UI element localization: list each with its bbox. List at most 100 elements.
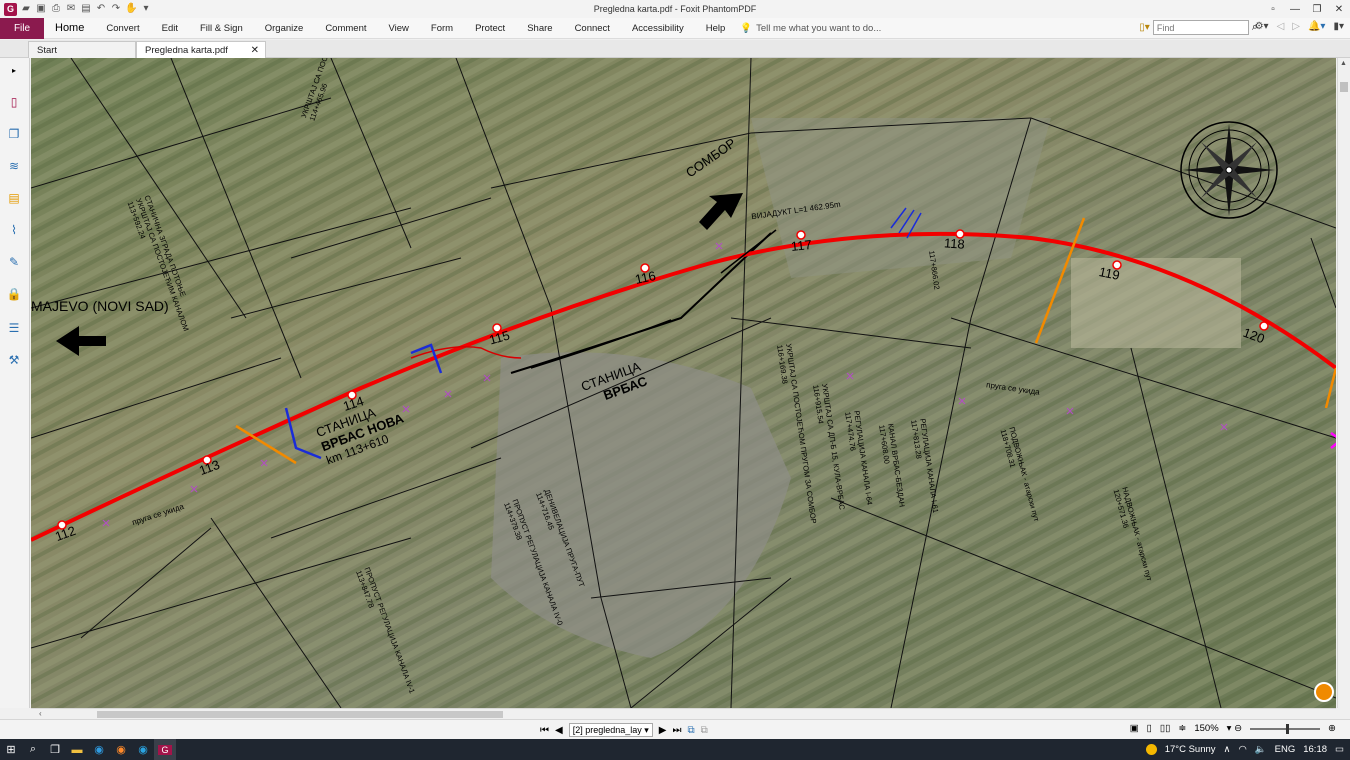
- redo-icon[interactable]: ↷: [110, 3, 122, 15]
- bookmark-icon[interactable]: ▯: [6, 94, 22, 110]
- maximize-icon[interactable]: ❐: [1306, 0, 1328, 18]
- file-menu-button[interactable]: File: [0, 17, 44, 39]
- form-fields-icon[interactable]: ☰: [6, 320, 22, 336]
- foxit-app-icon[interactable]: G: [4, 2, 17, 16]
- tab-connect[interactable]: Connect: [564, 23, 621, 34]
- print-icon[interactable]: ⎙: [50, 3, 62, 15]
- facing-view-icon[interactable]: ▯▯: [1160, 723, 1170, 734]
- zoom-out-icon[interactable]: ▾ ⊖: [1227, 723, 1242, 734]
- tab-view[interactable]: View: [378, 23, 420, 34]
- tab-document[interactable]: Pregledna karta.pdf ✕: [136, 41, 266, 58]
- single-page-view-icon[interactable]: ▣: [1130, 723, 1139, 734]
- document-canvas[interactable]: MAJEVO (NOVI SAD) СОМБОР ВИЈАДУКТ L=1 46…: [31, 58, 1336, 708]
- tab-fill-sign[interactable]: Fill & Sign: [189, 23, 254, 34]
- direction-novi-sad: MAJEVO (NOVI SAD): [31, 298, 169, 314]
- first-page-icon[interactable]: ⏮: [540, 725, 549, 736]
- tab-form[interactable]: Form: [420, 23, 464, 34]
- continuous-facing-icon[interactable]: ≑: [1178, 723, 1186, 734]
- scroll-up-icon[interactable]: ▲: [1340, 60, 1347, 67]
- compass-rose-icon: [1180, 121, 1278, 219]
- next-page-icon[interactable]: ▶: [659, 725, 667, 736]
- notifications-icon[interactable]: ▭: [1335, 744, 1344, 755]
- new-document-icon[interactable]: ▤: [80, 3, 92, 15]
- zoom-slider[interactable]: [1250, 723, 1321, 734]
- notification-bell-icon[interactable]: 🔔▾: [1308, 21, 1325, 32]
- comments-icon[interactable]: ▤: [6, 190, 22, 206]
- attachment-icon[interactable]: ⌇: [6, 222, 22, 238]
- back-arrow-icon[interactable]: ◁: [1277, 21, 1285, 32]
- paste-page-icon[interactable]: ⧉: [701, 725, 708, 736]
- close-tab-icon[interactable]: ✕: [251, 45, 259, 56]
- zoom-level[interactable]: 150%: [1194, 723, 1218, 734]
- clock[interactable]: 16:18: [1303, 744, 1327, 755]
- last-page-icon[interactable]: ⏭: [673, 725, 682, 736]
- tab-home[interactable]: Home: [44, 22, 95, 34]
- tab-share[interactable]: Share: [516, 23, 563, 34]
- continuous-view-icon[interactable]: ▯: [1147, 723, 1152, 734]
- ribbon-options-icon[interactable]: ▫: [1262, 0, 1284, 18]
- foxit-assistant-button[interactable]: [1314, 682, 1334, 702]
- scroll-left-icon[interactable]: ‹: [39, 709, 42, 718]
- minimize-icon[interactable]: —: [1284, 0, 1306, 18]
- horizontal-scroll-thumb[interactable]: [97, 711, 503, 718]
- system-tray: 17°C Sunny ∧ ◠ 🔈 ENG 16:18 ▭: [1145, 739, 1344, 760]
- file-explorer-icon[interactable]: ▬: [66, 739, 88, 760]
- find-input[interactable]: [1152, 20, 1249, 35]
- windows-start-icon[interactable]: ⊞: [0, 739, 22, 760]
- lightbulb-icon: 💡: [740, 22, 753, 34]
- chainage-118: 118: [943, 235, 966, 252]
- save-dropdown-icon[interactable]: ▾: [140, 3, 152, 15]
- telegram-icon[interactable]: ◉: [132, 739, 154, 760]
- volume-icon[interactable]: 🔈: [1255, 744, 1267, 755]
- edge-browser-icon[interactable]: ◉: [88, 739, 110, 760]
- navigation-panel: ▸ ▯ ❐ ≋ ▤ ⌇ ✎ 🔒 ☰ ⚒: [0, 58, 30, 708]
- security-lock-icon[interactable]: 🔒: [6, 286, 22, 302]
- zoom-in-icon[interactable]: ⊕: [1328, 723, 1336, 734]
- tab-accessibility[interactable]: Accessibility: [621, 23, 695, 34]
- account-icon[interactable]: ▮▾: [1333, 21, 1344, 32]
- hand-tool-icon[interactable]: ✋: [125, 3, 137, 15]
- page-navigation: ⏮ ◀ [2] pregledna_lay ▾ ▶ ⏭ ⧉ ⧉: [540, 723, 708, 737]
- task-view-icon[interactable]: ❐: [44, 739, 66, 760]
- tab-edit[interactable]: Edit: [151, 23, 189, 34]
- open-folder-icon[interactable]: ▰: [20, 3, 32, 15]
- page-number-value: [2] pregledna_lay: [572, 725, 642, 735]
- find-box: ▯▾ ⌕: [1139, 20, 1258, 35]
- tags-icon[interactable]: ⚒: [6, 352, 22, 368]
- tell-me-search[interactable]: 💡 Tell me what you want to do...: [740, 23, 881, 34]
- chainage-117: 117: [790, 236, 813, 255]
- ribbon-right-icons: ⚙▾ ◁ ▷ 🔔▾ ▮▾: [1255, 21, 1344, 32]
- find-options-icon[interactable]: ▯▾: [1139, 22, 1150, 33]
- firefox-icon[interactable]: ◉: [110, 739, 132, 760]
- search-icon[interactable]: ⌕: [22, 739, 44, 760]
- tab-start[interactable]: Start: [28, 41, 136, 58]
- horizontal-scrollbar[interactable]: ‹: [31, 708, 1336, 719]
- weather-text[interactable]: 17°C Sunny: [1165, 744, 1216, 755]
- tab-help[interactable]: Help: [695, 23, 737, 34]
- window-controls: ▫ — ❐ ✕: [1262, 0, 1350, 18]
- previous-page-icon[interactable]: ◀: [555, 725, 563, 736]
- undo-icon[interactable]: ↶: [95, 3, 107, 15]
- email-icon[interactable]: ✉: [65, 3, 77, 15]
- pages-icon[interactable]: ❐: [6, 126, 22, 142]
- tab-protect[interactable]: Protect: [464, 23, 516, 34]
- vertical-scrollbar[interactable]: ▲: [1337, 58, 1350, 708]
- tab-convert[interactable]: Convert: [95, 23, 150, 34]
- page-number-field[interactable]: [2] pregledna_lay ▾: [568, 723, 653, 737]
- forward-arrow-icon[interactable]: ▷: [1292, 21, 1300, 32]
- language-indicator[interactable]: ENG: [1275, 744, 1296, 755]
- close-icon[interactable]: ✕: [1328, 0, 1350, 18]
- expand-panel-icon[interactable]: ▸: [6, 62, 22, 78]
- foxit-taskbar-icon[interactable]: G: [154, 739, 176, 760]
- urban-area-north: [751, 118, 1051, 278]
- tab-organize[interactable]: Organize: [254, 23, 315, 34]
- settings-icon[interactable]: ⚙▾: [1255, 21, 1269, 32]
- save-icon[interactable]: ▣: [35, 3, 47, 15]
- vertical-scroll-thumb[interactable]: [1340, 82, 1348, 92]
- layers-icon[interactable]: ≋: [6, 158, 22, 174]
- signature-icon[interactable]: ✎: [6, 254, 22, 270]
- tab-comment[interactable]: Comment: [314, 23, 377, 34]
- copy-page-icon[interactable]: ⧉: [688, 725, 695, 736]
- wifi-icon[interactable]: ◠: [1239, 744, 1247, 755]
- tray-chevron-icon[interactable]: ∧: [1224, 744, 1231, 755]
